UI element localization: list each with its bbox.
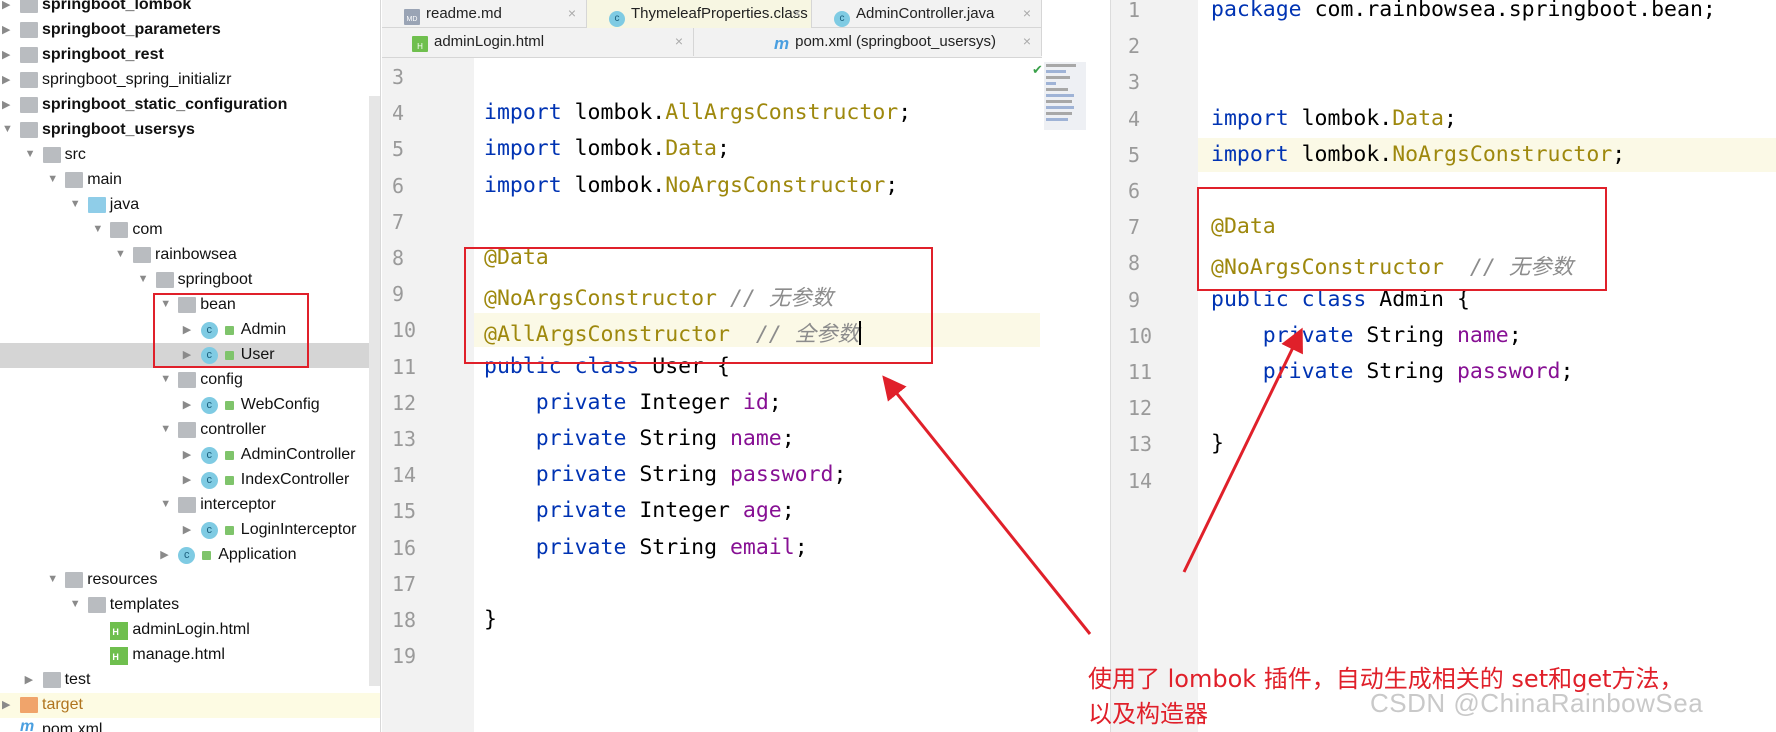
watermark: CSDN @ChinaRainbowSea (1370, 688, 1704, 718)
annotation-arrows (882, 327, 1303, 635)
arrow-to-left-box (882, 375, 1092, 635)
arrow-to-right-box (1182, 327, 1303, 573)
